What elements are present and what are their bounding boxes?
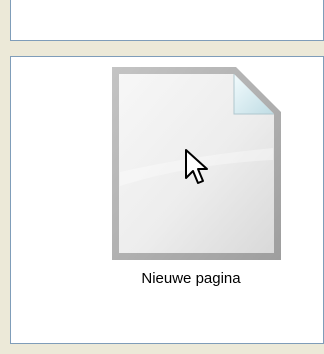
arrow-cursor-icon [185,149,208,184]
top-panel [10,0,324,41]
page-label: Nieuwe pagina [141,270,241,287]
new-page-tile[interactable]: Nieuwe pagina [110,64,288,304]
window-content: Nieuwe pagina [0,0,324,354]
